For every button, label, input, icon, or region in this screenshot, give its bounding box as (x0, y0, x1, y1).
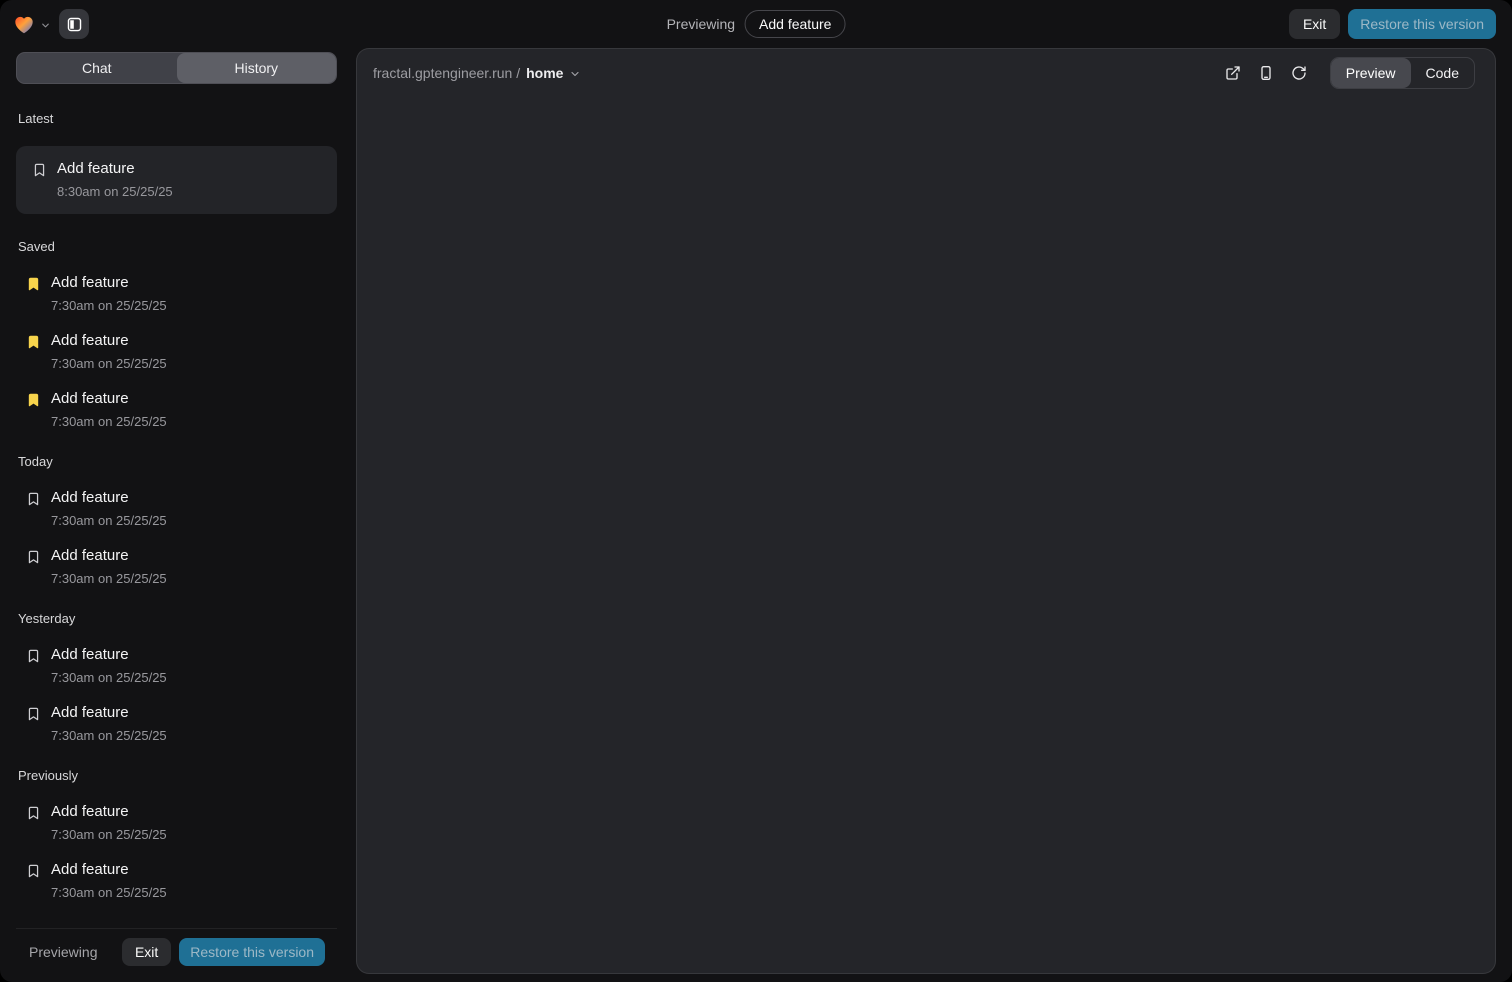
preview-url-host: fractal.gptengineer.run / (373, 65, 520, 81)
history-item-title: Add feature (51, 274, 167, 291)
preview-header: fractal.gptengineer.run / home (357, 49, 1495, 97)
history-item[interactable]: Add feature 7:30am on 25/25/25 (16, 274, 337, 313)
history-item[interactable]: Add feature 7:30am on 25/25/25 (16, 803, 337, 842)
history-item-title: Add feature (51, 489, 167, 506)
footer-exit-button[interactable]: Exit (122, 938, 171, 966)
history-section: Latest Add feature 8:30am on 25/25/25 (16, 111, 337, 214)
history-item-title: Add feature (51, 704, 167, 721)
footer-restore-version-button[interactable]: Restore this version (179, 938, 325, 966)
restore-version-button[interactable]: Restore this version (1348, 9, 1496, 39)
bookmark-filled-icon (26, 392, 41, 408)
history-item-title: Add feature (51, 803, 167, 820)
exit-button[interactable]: Exit (1289, 9, 1340, 39)
history-section-title: Latest (18, 111, 337, 126)
history-item-timestamp: 7:30am on 25/25/25 (51, 298, 167, 313)
version-name-badge: Add feature (745, 10, 845, 38)
toggle-code[interactable]: Code (1411, 58, 1474, 88)
history-item[interactable]: Add feature 7:30am on 25/25/25 (16, 390, 337, 429)
toggle-preview[interactable]: Preview (1331, 58, 1411, 88)
chevron-down-icon (569, 68, 581, 80)
history-item[interactable]: Add feature 7:30am on 25/25/25 (16, 332, 337, 371)
history-item-timestamp: 7:30am on 25/25/25 (51, 885, 167, 900)
open-external-button[interactable] (1225, 65, 1241, 81)
history-section-title: Saved (18, 239, 337, 254)
logo-area[interactable] (12, 12, 51, 36)
bookmark-filled-icon (26, 334, 41, 350)
preview-panel: fractal.gptengineer.run / home (356, 48, 1496, 974)
history-item-title: Add feature (51, 332, 167, 349)
history-item-title: Add feature (51, 861, 167, 878)
previewing-status-label: Previewing (667, 16, 735, 32)
tab-history[interactable]: History (177, 53, 337, 83)
refresh-icon (1291, 65, 1307, 81)
history-sidebar: Chat History Latest Add feature 8:30am o… (16, 52, 337, 974)
history-section: Yesterday Add feature 7:30am on 25/25/25 (16, 611, 337, 743)
refresh-button[interactable] (1291, 65, 1307, 81)
bookmark-icon (32, 162, 47, 178)
history-item[interactable]: Add feature 7:30am on 25/25/25 (16, 547, 337, 586)
history-section-title: Today (18, 454, 337, 469)
history-item-title: Add feature (57, 160, 173, 177)
history-item[interactable]: Add feature 7:30am on 25/25/25 (16, 704, 337, 743)
history-item-timestamp: 8:30am on 25/25/25 (57, 184, 173, 199)
history-section: Saved Add feature 7:30am on 25/25/25 (16, 239, 337, 429)
history-item[interactable]: Add feature 7:30am on 25/25/25 (16, 861, 337, 900)
preview-viewport[interactable] (357, 97, 1495, 973)
history-item-timestamp: 7:30am on 25/25/25 (51, 356, 167, 371)
history-item-timestamp: 7:30am on 25/25/25 (51, 414, 167, 429)
history-item[interactable]: Add feature 7:30am on 25/25/25 (16, 489, 337, 528)
history-item-title: Add feature (51, 390, 167, 407)
preview-url-page: home (526, 65, 563, 81)
app-window: Previewing Add feature Exit Restore this… (0, 0, 1512, 982)
preview-url-selector[interactable]: fractal.gptengineer.run / home (373, 65, 581, 81)
lovable-heart-logo-icon (12, 12, 36, 36)
sidebar-footer: Previewing Exit Restore this version (16, 928, 337, 974)
footer-previewing-label: Previewing (29, 944, 97, 960)
bookmark-icon (26, 863, 41, 879)
history-section-title: Yesterday (18, 611, 337, 626)
history-section: Previously Add feature 7:30am on 25/25/2… (16, 768, 337, 900)
bookmark-icon (26, 805, 41, 821)
preview-code-toggle: Preview Code (1330, 57, 1475, 89)
panel-left-icon (66, 16, 83, 33)
history-item[interactable]: Add feature 7:30am on 25/25/25 (16, 646, 337, 685)
history-item-timestamp: 7:30am on 25/25/25 (51, 513, 167, 528)
history-section: Today Add feature 7:30am on 25/25/25 (16, 454, 337, 586)
history-item-timestamp: 7:30am on 25/25/25 (51, 827, 167, 842)
history-item-timestamp: 7:30am on 25/25/25 (51, 670, 167, 685)
history-item[interactable]: Add feature 8:30am on 25/25/25 (16, 146, 337, 214)
bookmark-icon (26, 549, 41, 565)
history-section-title: Previously (18, 768, 337, 783)
sidebar-tab-switcher: Chat History (16, 52, 337, 84)
bookmark-icon (26, 491, 41, 507)
history-item-timestamp: 7:30am on 25/25/25 (51, 728, 167, 743)
history-item-title: Add feature (51, 547, 167, 564)
smartphone-icon (1258, 65, 1274, 81)
top-bar: Previewing Add feature Exit Restore this… (0, 0, 1512, 48)
bookmark-icon (26, 648, 41, 664)
bookmark-filled-icon (26, 276, 41, 292)
tab-chat[interactable]: Chat (17, 53, 177, 83)
external-link-icon (1225, 65, 1241, 81)
sidebar-toggle-button[interactable] (59, 9, 89, 39)
chevron-down-icon (40, 20, 51, 31)
bookmark-icon (26, 706, 41, 722)
history-list[interactable]: Latest Add feature 8:30am on 25/25/25 Sa… (16, 84, 337, 928)
history-item-title: Add feature (51, 646, 167, 663)
history-item-timestamp: 7:30am on 25/25/25 (51, 571, 167, 586)
mobile-view-button[interactable] (1258, 65, 1274, 81)
